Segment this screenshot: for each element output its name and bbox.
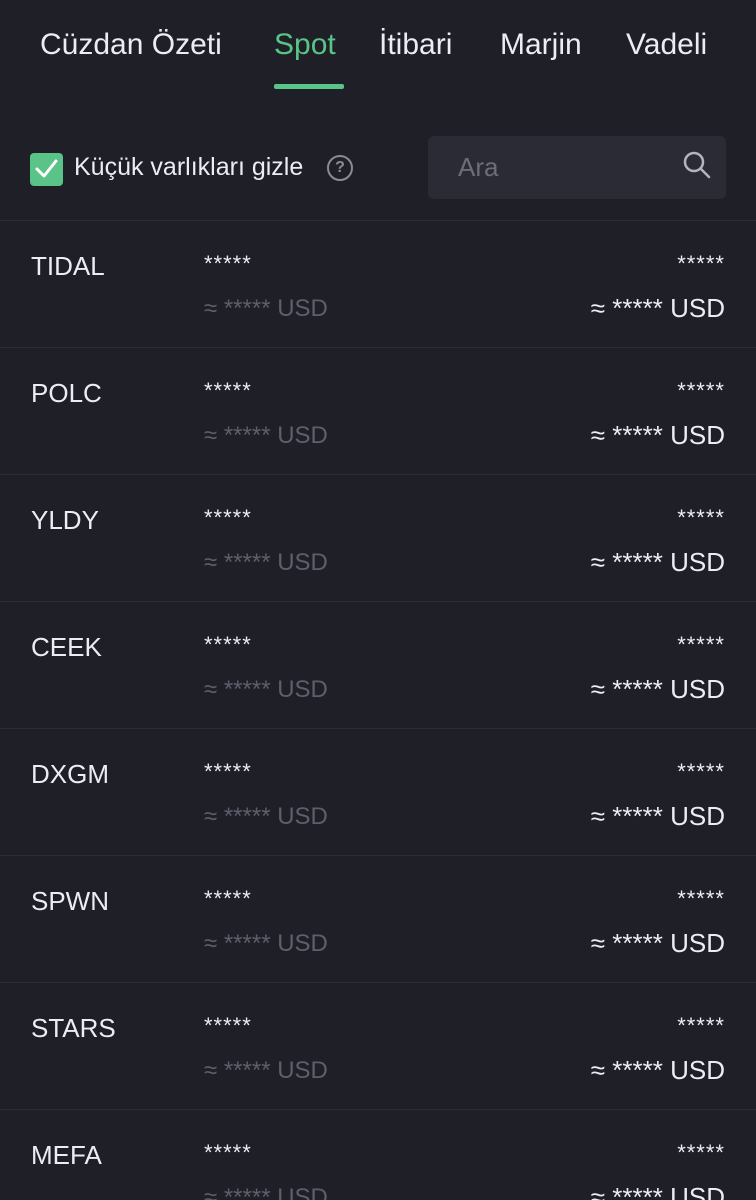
asset-value: ***** <box>677 886 725 911</box>
asset-row[interactable]: DXGM ***** ≈ ***** USD ***** ≈ ***** USD <box>0 728 756 855</box>
filter-row: Küçük varlıkları gizle ? <box>0 130 756 210</box>
asset-value-usd: ≈ ***** USD <box>590 1055 725 1085</box>
asset-symbol: TIDAL <box>31 251 105 281</box>
asset-value: ***** <box>677 378 725 403</box>
asset-value: ***** <box>677 1140 725 1165</box>
asset-amount: ***** <box>204 505 252 530</box>
tab-spot[interactable]: Spot <box>274 28 336 62</box>
asset-value: ***** <box>677 1013 725 1038</box>
wallet-page: Cüzdan Özeti Spot İtibari Marjin Vadeli … <box>0 0 756 1200</box>
asset-symbol: YLDY <box>31 505 99 535</box>
asset-amount: ***** <box>204 1013 252 1038</box>
asset-amount-usd: ≈ ***** USD <box>204 1057 328 1084</box>
asset-symbol: STARS <box>31 1013 116 1043</box>
asset-amount-usd: ≈ ***** USD <box>204 676 328 703</box>
asset-value: ***** <box>677 251 725 276</box>
asset-value-usd: ≈ ***** USD <box>590 293 725 323</box>
asset-value-usd: ≈ ***** USD <box>590 674 725 704</box>
asset-amount-usd: ≈ ***** USD <box>204 803 328 830</box>
asset-value: ***** <box>677 759 725 784</box>
asset-symbol: DXGM <box>31 759 109 789</box>
tab-wallet-overview[interactable]: Cüzdan Özeti <box>40 28 222 62</box>
hide-small-assets-checkbox[interactable] <box>30 153 63 186</box>
asset-value: ***** <box>677 632 725 657</box>
hide-small-assets-label[interactable]: Küçük varlıkları gizle <box>74 153 303 182</box>
asset-row[interactable]: CEEK ***** ≈ ***** USD ***** ≈ ***** USD <box>0 601 756 728</box>
asset-amount: ***** <box>204 759 252 784</box>
help-icon[interactable]: ? <box>327 155 353 181</box>
search-box <box>428 136 726 199</box>
search-icon[interactable] <box>682 150 712 180</box>
asset-value-usd: ≈ ***** USD <box>590 1182 725 1200</box>
asset-amount: ***** <box>204 886 252 911</box>
asset-amount-usd: ≈ ***** USD <box>204 930 328 957</box>
active-tab-indicator <box>274 84 344 89</box>
asset-value-usd: ≈ ***** USD <box>590 928 725 958</box>
asset-row[interactable]: YLDY ***** ≈ ***** USD ***** ≈ ***** USD <box>0 474 756 601</box>
asset-amount-usd: ≈ ***** USD <box>204 295 328 322</box>
wallet-tabs: Cüzdan Özeti Spot İtibari Marjin Vadeli <box>0 0 756 100</box>
asset-value-usd: ≈ ***** USD <box>590 801 725 831</box>
asset-symbol: SPWN <box>31 886 109 916</box>
asset-row[interactable]: POLC ***** ≈ ***** USD ***** ≈ ***** USD <box>0 347 756 474</box>
asset-symbol: MEFA <box>31 1140 102 1170</box>
asset-symbol: CEEK <box>31 632 102 662</box>
asset-row[interactable]: STARS ***** ≈ ***** USD ***** ≈ ***** US… <box>0 982 756 1109</box>
asset-list: TIDAL ***** ≈ ***** USD ***** ≈ ***** US… <box>0 220 756 1200</box>
asset-symbol: POLC <box>31 378 102 408</box>
checkmark-icon <box>35 159 58 178</box>
asset-row[interactable]: MEFA ***** ≈ ***** USD ***** ≈ ***** USD <box>0 1109 756 1200</box>
asset-amount-usd: ≈ ***** USD <box>204 422 328 449</box>
asset-value: ***** <box>677 505 725 530</box>
tab-margin[interactable]: Marjin <box>500 28 582 62</box>
search-input[interactable] <box>428 136 698 199</box>
asset-amount-usd: ≈ ***** USD <box>204 1184 328 1200</box>
asset-row[interactable]: SPWN ***** ≈ ***** USD ***** ≈ ***** USD <box>0 855 756 982</box>
asset-amount: ***** <box>204 378 252 403</box>
asset-row[interactable]: TIDAL ***** ≈ ***** USD ***** ≈ ***** US… <box>0 220 756 347</box>
asset-amount: ***** <box>204 1140 252 1165</box>
tab-futures[interactable]: Vadeli <box>626 28 707 62</box>
asset-amount-usd: ≈ ***** USD <box>204 549 328 576</box>
asset-amount: ***** <box>204 251 252 276</box>
tab-fiat[interactable]: İtibari <box>379 28 452 62</box>
asset-amount: ***** <box>204 632 252 657</box>
asset-value-usd: ≈ ***** USD <box>590 547 725 577</box>
asset-value-usd: ≈ ***** USD <box>590 420 725 450</box>
